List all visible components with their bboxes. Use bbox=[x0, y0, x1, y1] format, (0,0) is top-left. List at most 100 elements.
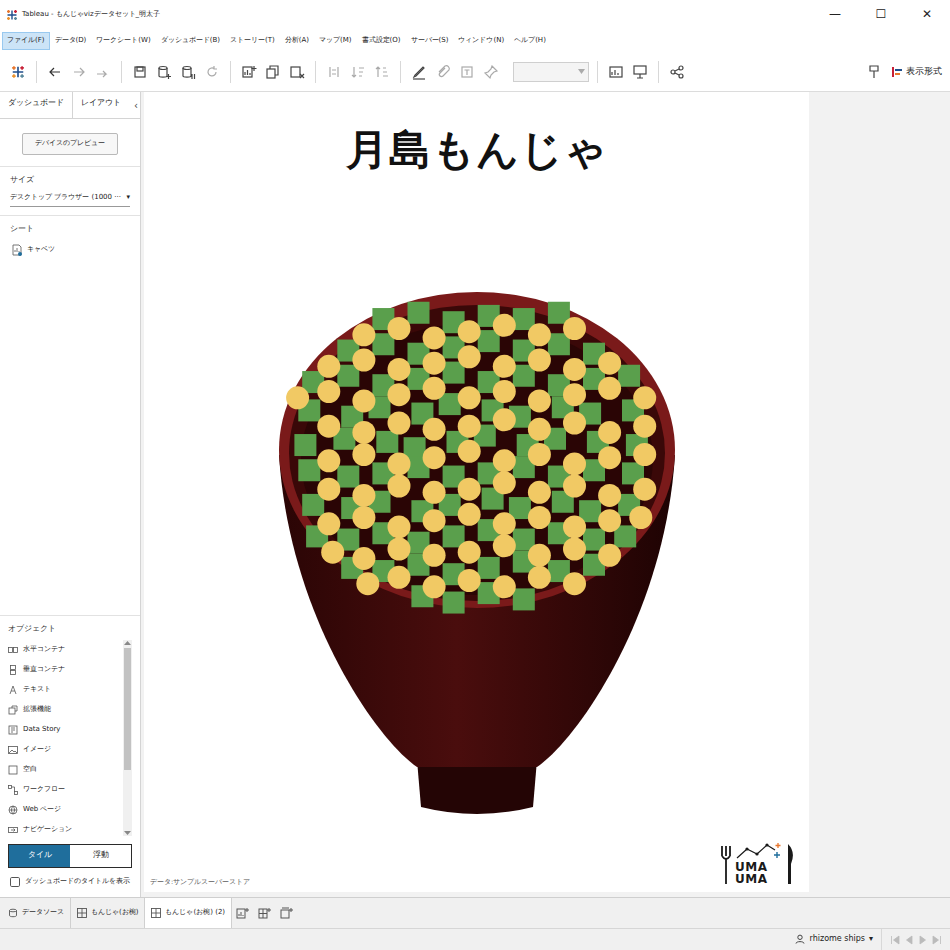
objects-scrollbar[interactable] bbox=[123, 640, 132, 836]
circle-mark[interactable] bbox=[352, 389, 375, 412]
circle-mark[interactable] bbox=[422, 352, 445, 375]
circle-mark[interactable] bbox=[457, 569, 480, 592]
scroll-thumb[interactable] bbox=[124, 648, 131, 770]
circle-mark[interactable] bbox=[629, 506, 652, 529]
circle-mark[interactable] bbox=[317, 355, 340, 378]
circle-mark[interactable] bbox=[563, 358, 586, 381]
circle-mark[interactable] bbox=[492, 314, 515, 337]
object-item[interactable]: Web ページ bbox=[8, 800, 119, 820]
user-menu[interactable]: rhizome ships▾ bbox=[795, 934, 873, 944]
circle-mark[interactable] bbox=[352, 506, 375, 529]
back-button[interactable] bbox=[45, 62, 65, 82]
pane-tab[interactable]: レイアウト bbox=[73, 92, 129, 118]
present-button[interactable] bbox=[630, 62, 650, 82]
circle-mark[interactable] bbox=[352, 323, 375, 346]
circle-mark[interactable] bbox=[457, 415, 480, 438]
circle-mark[interactable] bbox=[422, 481, 445, 504]
menu-item[interactable]: ウィンドウ(N) bbox=[453, 32, 509, 49]
sheet-item[interactable]: キャベツ bbox=[10, 240, 130, 260]
layout-mode-option[interactable]: 浮動 bbox=[70, 845, 131, 867]
square-mark[interactable] bbox=[298, 459, 320, 481]
circle-mark[interactable] bbox=[527, 443, 550, 466]
circle-mark[interactable] bbox=[387, 538, 410, 561]
circle-mark[interactable] bbox=[457, 503, 480, 526]
square-mark[interactable] bbox=[618, 365, 640, 387]
circle-mark[interactable] bbox=[527, 544, 550, 567]
save-button[interactable] bbox=[130, 62, 150, 82]
square-mark[interactable] bbox=[512, 588, 534, 610]
clip-button[interactable] bbox=[433, 62, 453, 82]
circle-mark[interactable] bbox=[598, 421, 621, 444]
clear-button[interactable] bbox=[287, 62, 307, 82]
square-mark[interactable] bbox=[407, 302, 429, 324]
maximize-button[interactable]: ☐ bbox=[858, 0, 904, 30]
circle-mark[interactable] bbox=[598, 352, 621, 375]
db-button[interactable] bbox=[154, 62, 174, 82]
first-sheet-icon[interactable] bbox=[890, 935, 900, 945]
object-item[interactable]: 水平コンテナ bbox=[8, 640, 119, 660]
menu-item[interactable]: ファイル(F) bbox=[2, 32, 50, 49]
layout-mode-option[interactable]: タイル bbox=[9, 845, 70, 867]
new-worksheet-button[interactable] bbox=[232, 898, 254, 928]
newsheet-button[interactable] bbox=[239, 62, 259, 82]
last-sheet-icon[interactable] bbox=[932, 935, 942, 945]
circle-mark[interactable] bbox=[422, 575, 445, 598]
circle-mark[interactable] bbox=[492, 512, 515, 535]
square-mark[interactable] bbox=[337, 466, 359, 488]
circle-mark[interactable] bbox=[356, 572, 379, 595]
circle-mark[interactable] bbox=[527, 566, 550, 589]
circle-mark[interactable] bbox=[387, 475, 410, 498]
sortasc-button[interactable] bbox=[348, 62, 368, 82]
dup-button[interactable] bbox=[263, 62, 283, 82]
circle-mark[interactable] bbox=[563, 452, 586, 475]
circle-mark[interactable] bbox=[457, 541, 480, 564]
object-item[interactable]: テキスト bbox=[8, 680, 119, 700]
sheet-tab[interactable]: データソース bbox=[2, 898, 71, 928]
circle-mark[interactable] bbox=[492, 534, 515, 557]
circle-mark[interactable] bbox=[633, 386, 656, 409]
circle-mark[interactable] bbox=[563, 515, 586, 538]
share-button[interactable] bbox=[667, 62, 687, 82]
circle-mark[interactable] bbox=[422, 377, 445, 400]
circle-mark[interactable] bbox=[492, 449, 515, 472]
pause-button[interactable] bbox=[178, 62, 198, 82]
size-dropdown[interactable]: デスクトップ ブラウザー (1000 ···▾ bbox=[10, 191, 130, 207]
menu-item[interactable]: マップ(M) bbox=[314, 32, 357, 49]
circle-mark[interactable] bbox=[457, 440, 480, 463]
circle-mark[interactable] bbox=[317, 512, 340, 535]
circle-mark[interactable] bbox=[527, 349, 550, 372]
circle-mark[interactable] bbox=[352, 547, 375, 570]
circle-mark[interactable] bbox=[317, 449, 340, 472]
pin-button[interactable] bbox=[481, 62, 501, 82]
menu-item[interactable]: データ(D) bbox=[50, 32, 92, 49]
menu-item[interactable]: 書式設定(O) bbox=[357, 32, 406, 49]
circle-mark[interactable] bbox=[563, 572, 586, 595]
circle-mark[interactable] bbox=[598, 377, 621, 400]
show-title-option[interactable]: ダッシュボードのタイトルを表示 bbox=[0, 868, 140, 897]
circle-mark[interactable] bbox=[633, 415, 656, 438]
circle-mark[interactable] bbox=[492, 575, 515, 598]
scroll-up-icon[interactable] bbox=[124, 640, 131, 646]
circle-mark[interactable] bbox=[457, 386, 480, 409]
redo-button[interactable] bbox=[93, 62, 113, 82]
object-item[interactable]: Data Story bbox=[8, 720, 119, 740]
square-mark[interactable] bbox=[294, 434, 316, 456]
circle-mark[interactable] bbox=[422, 446, 445, 469]
circle-mark[interactable] bbox=[563, 412, 586, 435]
circle-mark[interactable] bbox=[598, 509, 621, 532]
circle-mark[interactable] bbox=[387, 317, 410, 340]
next-sheet-icon[interactable] bbox=[918, 935, 928, 945]
circle-mark[interactable] bbox=[598, 484, 621, 507]
new-dashboard-button[interactable] bbox=[254, 898, 276, 928]
menu-item[interactable]: ワークシート(W) bbox=[91, 32, 155, 49]
scroll-down-icon[interactable] bbox=[124, 830, 131, 836]
circle-mark[interactable] bbox=[352, 421, 375, 444]
circle-mark[interactable] bbox=[527, 506, 550, 529]
circle-mark[interactable] bbox=[286, 386, 309, 409]
circle-mark[interactable] bbox=[527, 481, 550, 504]
circle-mark[interactable] bbox=[352, 443, 375, 466]
object-item[interactable]: ナビゲーション bbox=[8, 820, 119, 836]
tableau-button[interactable] bbox=[8, 62, 28, 82]
circle-mark[interactable] bbox=[321, 541, 344, 564]
circle-mark[interactable] bbox=[387, 452, 410, 475]
